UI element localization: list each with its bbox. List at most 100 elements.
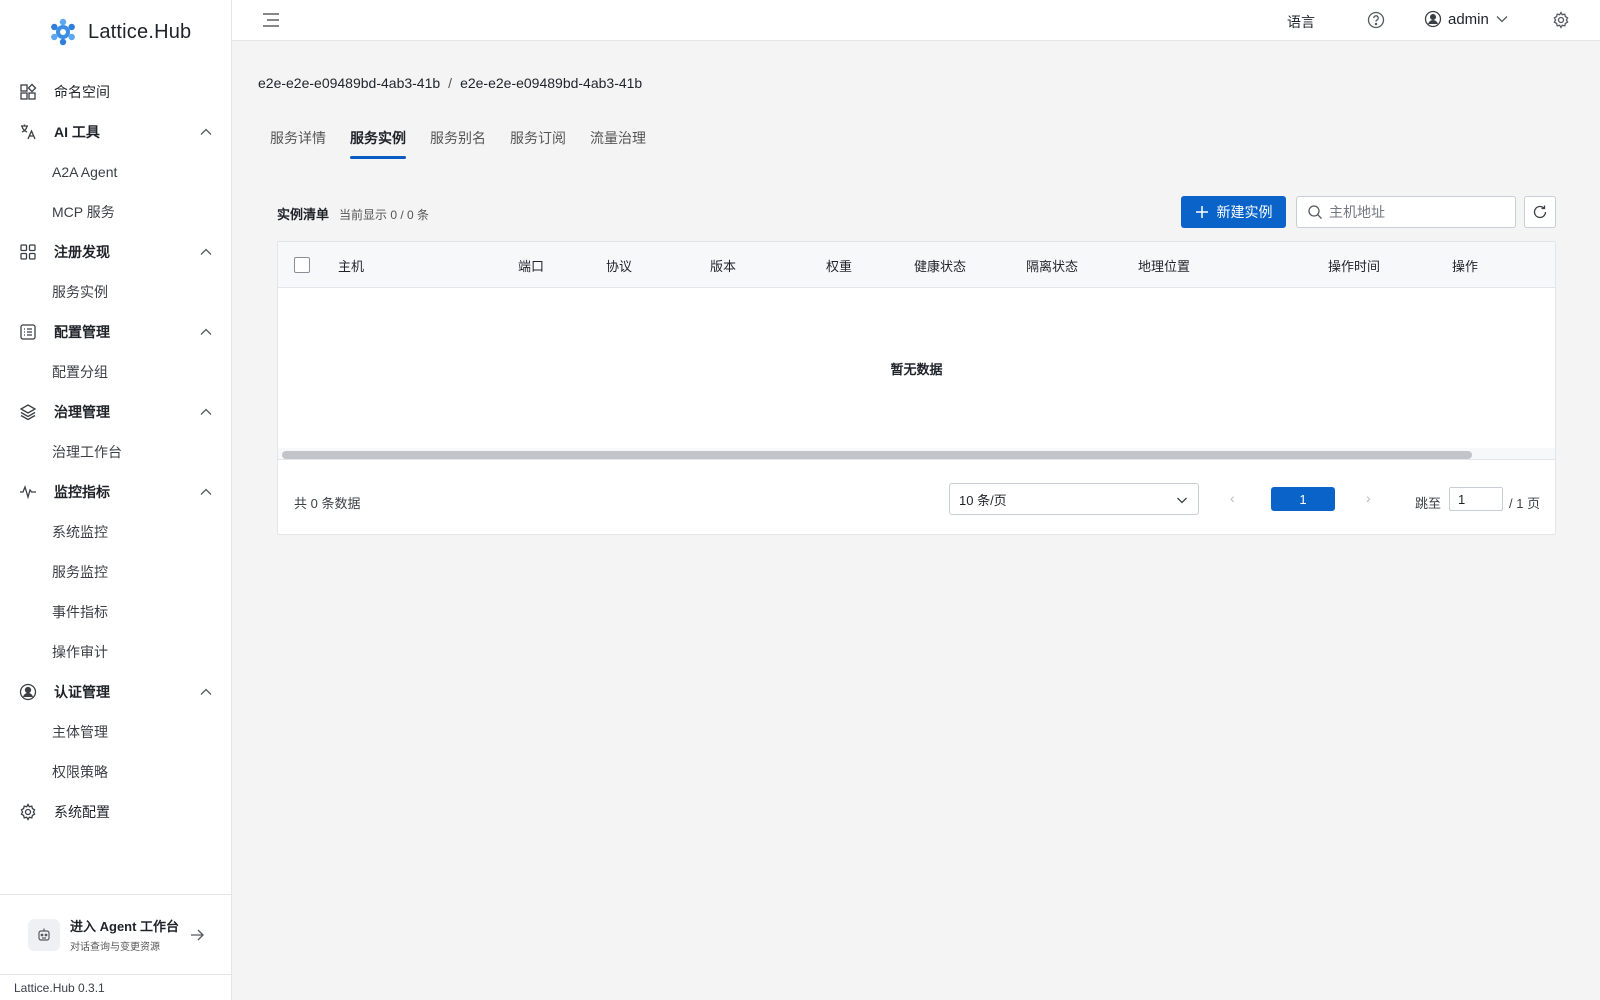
sidebar-item-namespace[interactable]: 命名空间 bbox=[0, 72, 231, 112]
tab-service-instances[interactable]: 服务实例 bbox=[338, 128, 418, 160]
chevron-up-icon[interactable] bbox=[199, 125, 213, 139]
column-header-protocol[interactable]: 协议 bbox=[606, 256, 632, 275]
namespace-icon bbox=[18, 82, 38, 102]
tab-service-details[interactable]: 服务详情 bbox=[258, 128, 338, 160]
new-instance-button[interactable]: 新建实例 bbox=[1181, 196, 1286, 228]
next-page-button[interactable]: › bbox=[1366, 490, 1371, 506]
tab-service-subscriptions[interactable]: 服务订阅 bbox=[498, 128, 578, 160]
prev-page-button[interactable]: ‹ bbox=[1230, 490, 1235, 506]
column-header-host[interactable]: 主机 bbox=[338, 256, 364, 275]
column-header-actions: 操作 bbox=[1452, 259, 1479, 274]
tab-service-aliases[interactable]: 服务别名 bbox=[418, 128, 498, 160]
sidebar-item-service-instances[interactable]: 服务实例 bbox=[0, 272, 231, 312]
jump-label: 跳至 bbox=[1415, 496, 1442, 511]
jump-page-input[interactable] bbox=[1449, 487, 1503, 511]
sidebar-item-audit[interactable]: 操作审计 bbox=[0, 632, 231, 672]
arrow-right-icon bbox=[191, 929, 204, 941]
new-instance-label: 新建实例 bbox=[1216, 204, 1273, 220]
list-title: 实例清单 bbox=[277, 207, 330, 222]
translate-icon bbox=[18, 122, 38, 142]
sidebar-group-auth[interactable]: 认证管理 bbox=[0, 672, 231, 712]
language-switch[interactable]: 语言 bbox=[1287, 12, 1315, 32]
sidebar-item-a2a-agent[interactable]: A2A Agent bbox=[0, 152, 231, 192]
tab-traffic-governance[interactable]: 流量治理 bbox=[578, 128, 658, 160]
topbar: 语言 admin bbox=[232, 0, 1600, 41]
chevron-down-icon bbox=[1177, 497, 1187, 504]
host-search bbox=[1296, 196, 1516, 228]
service-tabs: 服务详情 服务实例 服务别名 服务订阅 流量治理 bbox=[258, 128, 658, 160]
help-icon[interactable] bbox=[1367, 11, 1385, 29]
select-all-checkbox[interactable] bbox=[294, 257, 310, 273]
scrollbar-thumb[interactable] bbox=[282, 451, 1472, 459]
sidebar-item-label: 命名空间 bbox=[54, 84, 110, 100]
list-count: 当前显示 0 / 0 条 bbox=[339, 208, 430, 222]
sidebar-group-registry[interactable]: 注册发现 bbox=[0, 232, 231, 272]
sidebar-group-label: 认证管理 bbox=[54, 684, 110, 700]
agent-text: 进入 Agent 工作台 对话查询与变更资源 bbox=[70, 916, 179, 953]
sidebar-item-governance-workbench[interactable]: 治理工作台 bbox=[0, 432, 231, 472]
breadcrumb-current: e2e-e2e-e09489bd-4ab3-41b bbox=[460, 75, 643, 91]
total-pages: / 1 页 bbox=[1509, 496, 1541, 511]
layers-icon bbox=[18, 402, 38, 422]
sidebar-nav: 命名空间 AI 工具 A2A Agent MCP 服务 注册发现 服务实例 配置… bbox=[0, 72, 231, 832]
activity-icon bbox=[18, 482, 38, 502]
sidebar-item-policies[interactable]: 权限策略 bbox=[0, 752, 231, 792]
total-count: 共 0 条数据 bbox=[294, 496, 361, 511]
sidebar-item-system-config[interactable]: 系统配置 bbox=[0, 792, 231, 832]
grid-icon bbox=[18, 242, 38, 262]
sidebar-group-monitoring[interactable]: 监控指标 bbox=[0, 472, 231, 512]
user-circle-icon bbox=[18, 682, 38, 702]
chevron-up-icon[interactable] bbox=[199, 325, 213, 339]
sidebar-item-event-metrics[interactable]: 事件指标 bbox=[0, 592, 231, 632]
page-number-current[interactable]: 1 bbox=[1271, 487, 1335, 511]
column-header-port[interactable]: 端口 bbox=[518, 256, 544, 275]
sidebar-item-mcp-service[interactable]: MCP 服务 bbox=[0, 192, 231, 232]
sidebar-group-label: 监控指标 bbox=[54, 484, 110, 500]
refresh-button[interactable] bbox=[1524, 196, 1556, 228]
settings-icon[interactable] bbox=[1552, 11, 1570, 29]
brand[interactable]: Lattice.Hub bbox=[48, 14, 191, 50]
column-header-operation-time[interactable]: 操作时间 bbox=[1328, 256, 1380, 275]
column-header-location[interactable]: 地理位置 bbox=[1138, 256, 1190, 275]
plus-icon bbox=[1195, 206, 1208, 218]
sidebar-group-label: AI 工具 bbox=[54, 124, 100, 140]
empty-state: 暂无数据 bbox=[890, 361, 943, 377]
column-header-weight[interactable]: 权重 bbox=[826, 256, 852, 275]
sidebar-item-service-monitor[interactable]: 服务监控 bbox=[0, 552, 231, 592]
chevron-up-icon[interactable] bbox=[199, 485, 213, 499]
sidebar-item-label: 系统配置 bbox=[54, 804, 110, 820]
table-header: 主机 端口 协议 版本 权重 健康状态 隔离状态 地理位置 操作时间 操作 bbox=[278, 242, 1555, 288]
brand-name: Lattice.Hub bbox=[88, 20, 192, 43]
menu-toggle-icon[interactable] bbox=[262, 12, 280, 28]
user-avatar-icon bbox=[1424, 10, 1442, 28]
page-size-select[interactable]: 10 条/页 bbox=[949, 483, 1199, 515]
list-header: 实例清单 当前显示 0 / 0 条 bbox=[277, 204, 429, 223]
column-header-isolation[interactable]: 隔离状态 bbox=[1026, 256, 1078, 275]
sidebar-item-principals[interactable]: 主体管理 bbox=[0, 712, 231, 752]
sidebar-group-governance[interactable]: 治理管理 bbox=[0, 392, 231, 432]
sidebar-group-ai-tools[interactable]: AI 工具 bbox=[0, 112, 231, 152]
sidebar-group-label: 配置管理 bbox=[54, 324, 110, 340]
instances-table: 主机 端口 协议 版本 权重 健康状态 隔离状态 地理位置 操作时间 操作 暂无… bbox=[277, 241, 1556, 535]
sidebar-group-config[interactable]: 配置管理 bbox=[0, 312, 231, 352]
agent-subtitle: 对话查询与变更资源 bbox=[70, 942, 160, 953]
chevron-up-icon[interactable] bbox=[199, 405, 213, 419]
user-menu[interactable]: admin bbox=[1424, 10, 1509, 28]
search-icon bbox=[1308, 205, 1322, 219]
horizontal-scrollbar[interactable] bbox=[278, 448, 1555, 460]
refresh-icon bbox=[1533, 205, 1547, 219]
lattice-logo-icon bbox=[51, 18, 75, 46]
column-header-health[interactable]: 健康状态 bbox=[914, 256, 966, 275]
chevron-up-icon[interactable] bbox=[199, 245, 213, 259]
sidebar-group-label: 治理管理 bbox=[54, 404, 110, 420]
gear-icon bbox=[18, 802, 38, 822]
agent-workbench-link[interactable]: 进入 Agent 工作台 对话查询与变更资源 bbox=[0, 894, 231, 974]
sidebar-item-system-monitor[interactable]: 系统监控 bbox=[0, 512, 231, 552]
breadcrumb: e2e-e2e-e09489bd-4ab3-41b / e2e-e2e-e094… bbox=[258, 75, 642, 91]
column-header-version[interactable]: 版本 bbox=[710, 256, 736, 275]
search-input[interactable] bbox=[1329, 204, 1509, 220]
chevron-up-icon[interactable] bbox=[199, 685, 213, 699]
sidebar: Lattice.Hub 命名空间 AI 工具 A2A Agent MCP 服务 … bbox=[0, 0, 232, 1000]
breadcrumb-item[interactable]: e2e-e2e-e09489bd-4ab3-41b bbox=[258, 75, 440, 91]
sidebar-item-config-groups[interactable]: 配置分组 bbox=[0, 352, 231, 392]
